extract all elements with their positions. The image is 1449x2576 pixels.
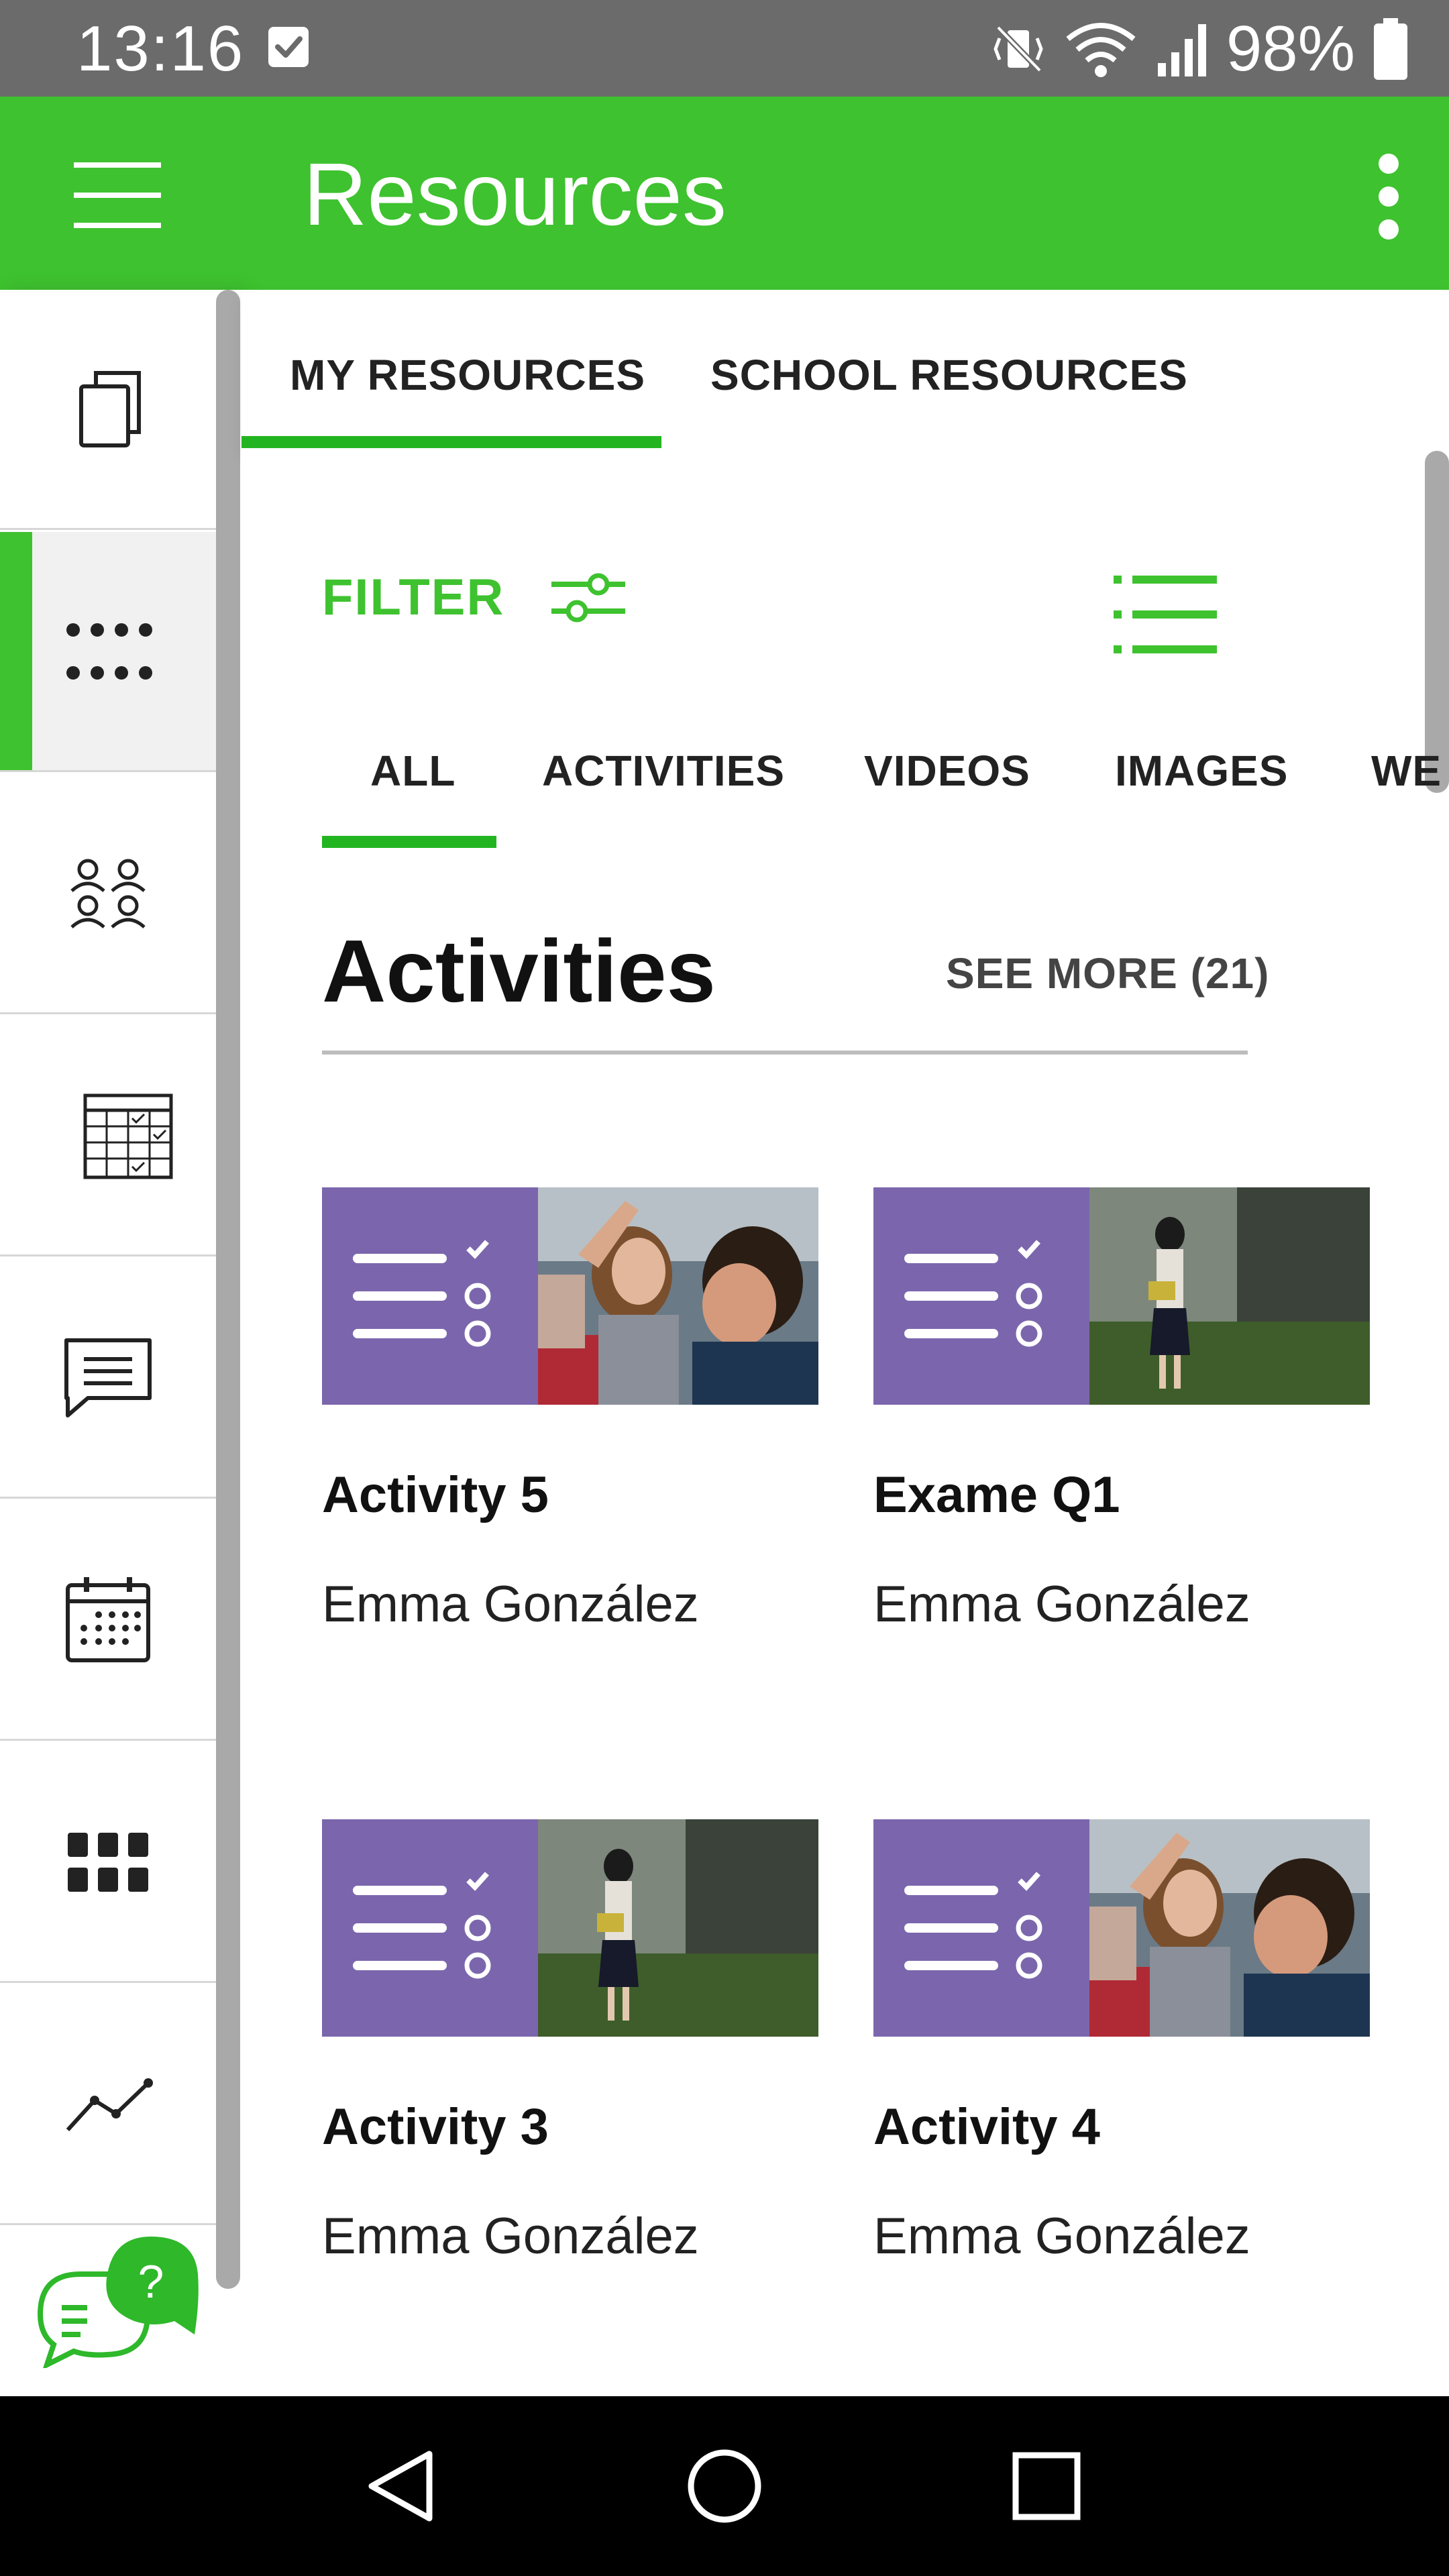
svg-text:?: ?	[138, 2255, 164, 2308]
category-tab-web[interactable]: WE	[1371, 746, 1442, 796]
wifi-icon	[1066, 23, 1136, 77]
trend-line-icon	[66, 2078, 153, 2131]
apps-grid-icon	[68, 1832, 148, 1892]
card-thumbnail	[322, 1187, 818, 1405]
category-tab-all[interactable]: ALL	[370, 746, 455, 796]
card-title: Exame Q1	[873, 1466, 1120, 1523]
status-bar: 13:16 98%	[0, 0, 1449, 97]
app-bar: Resources	[0, 97, 1449, 290]
quiz-list-icon	[873, 1819, 1089, 2037]
section-divider	[322, 1051, 1248, 1055]
app-screen: 13:16 98% Resources ? MY RESOURCES SCHOO…	[0, 0, 1449, 2576]
quiz-list-icon	[322, 1819, 538, 2037]
copy-pages-icon	[79, 370, 141, 447]
schedule-table-icon	[83, 1093, 173, 1179]
calendar-icon	[66, 1576, 150, 1662]
activity-card[interactable]: Exame Q1 Emma González	[873, 1187, 1370, 1697]
page-title: Resources	[303, 145, 727, 244]
category-active-underline	[322, 836, 496, 848]
sidebar-item-calendar[interactable]	[0, 1501, 216, 1741]
vibrate-mute-icon	[994, 25, 1043, 73]
people-group-icon	[70, 859, 146, 928]
reading-girl-photo	[1089, 1187, 1370, 1405]
card-title: Activity 5	[322, 1466, 549, 1523]
classroom-photo	[538, 1187, 818, 1405]
card-title: Activity 3	[322, 2098, 549, 2155]
card-thumbnail	[322, 1819, 818, 2037]
status-time: 13:16	[76, 13, 245, 85]
main-content: FILTER ALL ACTIVITIES VIDEOS IMAGES WE A…	[241, 451, 1449, 2396]
active-indicator	[0, 532, 32, 770]
more-vertical-icon[interactable]	[1368, 153, 1409, 240]
filter-button[interactable]: FILTER	[322, 568, 626, 627]
activity-card[interactable]: Activity 4 Emma González	[873, 1819, 1370, 2329]
sidebar-item-pages[interactable]	[0, 290, 216, 530]
sliders-icon	[551, 573, 626, 622]
card-thumbnail	[873, 1187, 1370, 1405]
quiz-list-icon	[322, 1187, 538, 1405]
sidebar-item-messages[interactable]	[0, 1258, 216, 1499]
battery-percent: 98%	[1226, 13, 1355, 85]
card-author: Emma González	[322, 2208, 699, 2265]
home-circle-icon[interactable]	[684, 2446, 765, 2526]
sidebar-item-resources[interactable]	[0, 532, 216, 772]
card-thumbnail	[873, 1819, 1370, 2037]
reading-girl-photo	[538, 1819, 818, 2037]
checkbox-notification-icon	[268, 27, 309, 67]
help-chat-icon[interactable]: ?	[34, 2234, 208, 2370]
activity-card[interactable]: Activity 5 Emma González	[322, 1187, 818, 1697]
quiz-list-icon	[873, 1187, 1089, 1405]
back-triangle-icon[interactable]	[362, 2446, 443, 2526]
battery-icon	[1374, 18, 1407, 80]
sidebar-scrollbar[interactable]	[216, 290, 240, 2289]
hamburger-menu-icon[interactable]	[74, 158, 161, 232]
section-title: Activities	[322, 922, 716, 1020]
dots-grid-icon	[66, 623, 152, 680]
sidebar	[0, 290, 241, 2396]
tab-my-resources[interactable]: MY RESOURCES	[290, 350, 645, 400]
recents-square-icon[interactable]	[1006, 2446, 1087, 2526]
status-right: 98%	[990, 12, 1409, 86]
chat-message-icon	[64, 1338, 152, 1417]
category-tab-videos[interactable]: VIDEOS	[864, 746, 1030, 796]
tab-active-underline	[241, 436, 661, 448]
resource-tabs: MY RESOURCES SCHOOL RESOURCES	[241, 290, 1449, 451]
classroom-photo	[1089, 1819, 1370, 2037]
filter-label: FILTER	[322, 569, 505, 626]
card-author: Emma González	[322, 1576, 699, 1633]
card-title: Activity 4	[873, 2098, 1100, 2155]
sidebar-item-analytics[interactable]	[0, 1985, 216, 2225]
card-author: Emma González	[873, 2208, 1250, 2265]
sidebar-item-apps[interactable]	[0, 1743, 216, 1983]
see-more-link[interactable]: SEE MORE (21)	[946, 949, 1269, 998]
signal-icon	[1157, 24, 1206, 76]
content-scrollbar[interactable]	[1425, 451, 1449, 793]
card-author: Emma González	[873, 1576, 1250, 1633]
category-tab-images[interactable]: IMAGES	[1115, 746, 1288, 796]
activity-card[interactable]: Activity 3 Emma González	[322, 1819, 818, 2329]
sidebar-item-groups[interactable]	[0, 774, 216, 1014]
list-view-icon[interactable]	[1114, 572, 1221, 659]
category-tab-activities[interactable]: ACTIVITIES	[542, 746, 785, 796]
system-nav-bar	[0, 2396, 1449, 2576]
sidebar-item-schedule[interactable]	[0, 1016, 216, 1256]
tab-school-resources[interactable]: SCHOOL RESOURCES	[710, 350, 1188, 400]
